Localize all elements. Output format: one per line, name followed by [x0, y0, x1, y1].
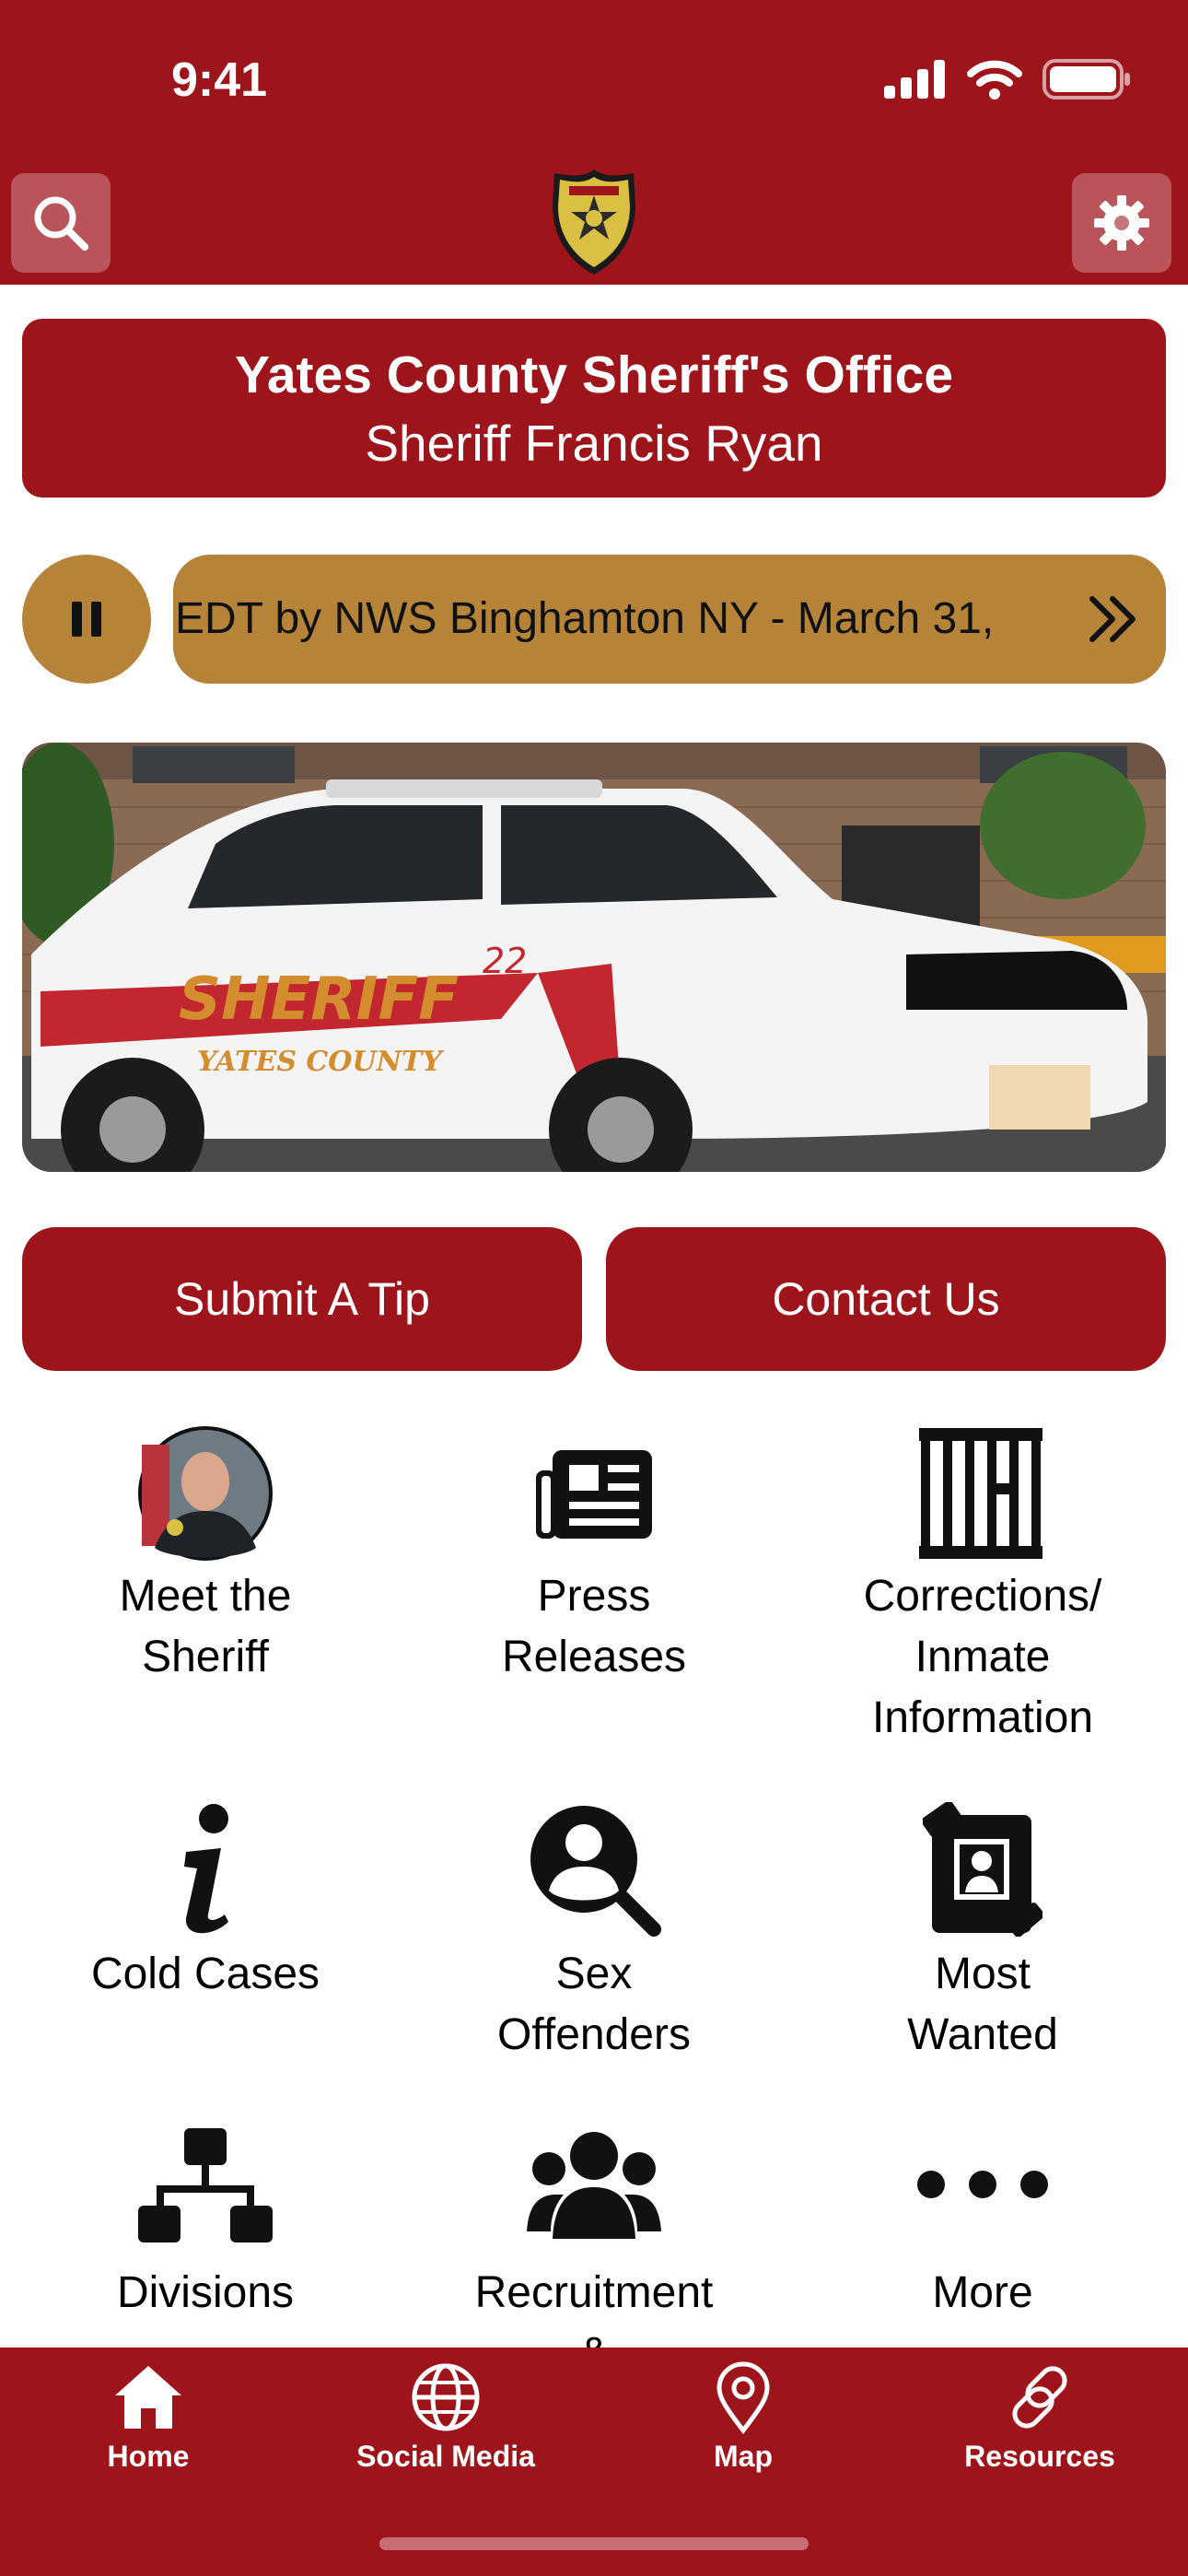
home-indicator — [379, 2537, 809, 2550]
tile-label-line1: Most — [934, 1950, 1031, 1998]
tile-cold-cases[interactable]: Cold Cases — [7, 1797, 403, 2073]
tab-label: Home — [107, 2440, 190, 2473]
agency-title-card: Yates County Sheriff's Office Sheriff Fr… — [22, 319, 1166, 498]
tab-label: Map — [714, 2440, 773, 2473]
tile-more[interactable]: More — [785, 2119, 1181, 2348]
tile-label-line1: Corrections/ — [863, 1572, 1102, 1621]
person-search-icon — [530, 1806, 661, 1937]
status-icons — [884, 55, 1131, 103]
status-time: 9:41 — [171, 53, 268, 107]
sheriff-badge-logo — [553, 170, 635, 275]
svg-text:SHERIFF: SHERIFF — [179, 966, 459, 1034]
tile-label-line2: Inmate — [914, 1633, 1051, 1681]
globe-icon — [412, 2363, 480, 2431]
tile-recruitment[interactable]: Recruitment & — [396, 2119, 792, 2348]
signal-icon — [884, 60, 945, 99]
org-chart-icon — [138, 2128, 273, 2242]
submit-tip-button[interactable]: Submit A Tip — [22, 1227, 582, 1371]
tile-label-line1: Recruitment — [474, 2268, 714, 2317]
tile-sex-offenders[interactable]: Sex Offenders — [396, 1797, 792, 2073]
alert-ticker[interactable]: l EDT by NWS Binghamton NY - March 31, — [173, 555, 1166, 684]
tab-label: Social Media — [356, 2440, 535, 2473]
double-chevron-right-icon[interactable] — [1085, 591, 1140, 647]
ticker-pause-button[interactable] — [22, 555, 151, 684]
jail-bars-icon — [919, 1428, 1042, 1559]
tile-label-line1: Sex — [555, 1950, 633, 1998]
tile-label-line2-clipped: & — [396, 2324, 792, 2348]
tile-label-line1: More — [932, 2268, 1033, 2317]
tab-resources[interactable]: Resources — [929, 2360, 1150, 2489]
tile-label-line2: Offenders — [497, 2010, 691, 2059]
ticker-text: l EDT by NWS Binghamton NY - March 31, — [173, 594, 995, 643]
tile-label-line2: Releases — [501, 1633, 687, 1681]
tab-social-media[interactable]: Social Media — [335, 2360, 556, 2489]
app-header: 9:41 — [0, 0, 1188, 285]
search-button[interactable] — [11, 173, 111, 273]
settings-button[interactable] — [1072, 173, 1171, 273]
ellipsis-icon — [917, 2171, 1048, 2198]
tab-label: Resources — [964, 2440, 1115, 2473]
tab-map[interactable]: Map — [633, 2360, 854, 2489]
svg-text:YATES COUNTY: YATES COUNTY — [197, 1046, 444, 1078]
tab-home[interactable]: Home — [38, 2360, 259, 2489]
search-icon — [34, 196, 88, 251]
contact-us-button[interactable]: Contact Us — [606, 1227, 1166, 1371]
pause-icon — [72, 602, 101, 637]
sheriff-name: Sheriff Francis Ryan — [365, 415, 823, 472]
wanted-poster-icon — [923, 1802, 1042, 1937]
link-icon — [1012, 2366, 1067, 2429]
tile-label-line1: Cold Cases — [90, 1950, 320, 1998]
newspaper-icon — [536, 1450, 652, 1539]
users-group-icon — [527, 2132, 661, 2239]
tile-label-line1: Divisions — [116, 2268, 295, 2317]
svg-text:22: 22 — [483, 941, 527, 981]
battery-icon — [1042, 59, 1130, 100]
tile-label-line2: Wanted — [907, 2010, 1058, 2059]
info-icon — [184, 1804, 228, 1934]
tile-most-wanted[interactable]: Most Wanted — [785, 1797, 1181, 2073]
map-pin-icon — [716, 2361, 770, 2434]
sheriff-avatar — [138, 1426, 273, 1561]
tile-corrections-inmate-information[interactable]: Corrections/ Inmate Information — [785, 1419, 1181, 1751]
tile-label-line1: Meet the — [119, 1572, 292, 1621]
agency-name: Yates County Sheriff's Office — [234, 345, 954, 404]
tile-label-line3: Information — [871, 1693, 1094, 1742]
tile-divisions[interactable]: Divisions — [7, 2119, 403, 2348]
home-icon — [115, 2366, 181, 2429]
tile-label-line1: Press — [537, 1572, 651, 1621]
hero-patrol-car-image: SHERIFF YATES COUNTY 22 — [22, 743, 1166, 1172]
wifi-icon — [967, 60, 1022, 100]
tile-label-line2: Sheriff — [142, 1633, 269, 1681]
tile-meet-the-sheriff[interactable]: Meet the Sheriff — [7, 1419, 403, 1751]
gear-icon — [1094, 195, 1149, 251]
tile-press-releases[interactable]: Press Releases — [396, 1419, 792, 1751]
